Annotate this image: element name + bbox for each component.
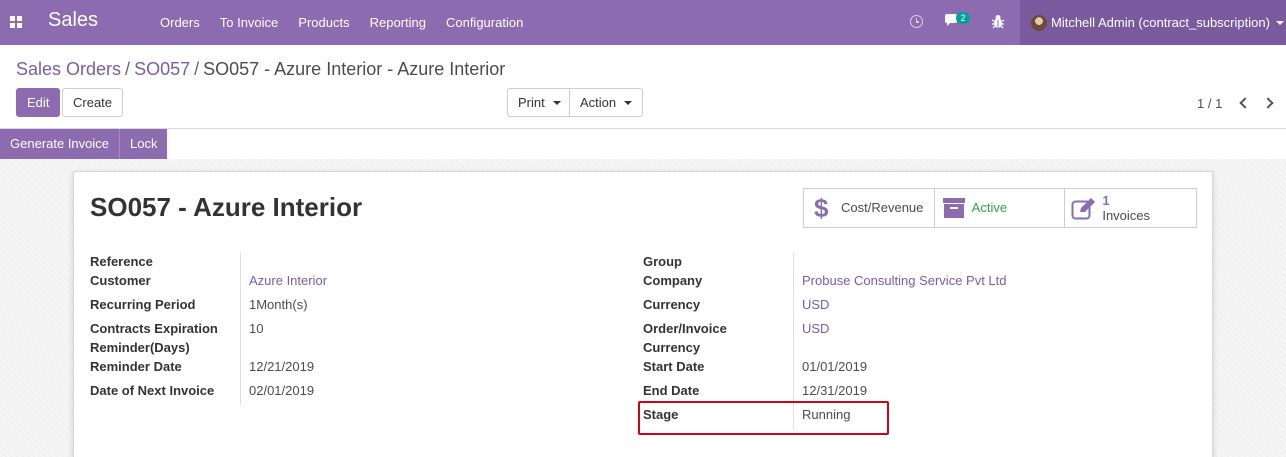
breadcrumb-sales-orders[interactable]: Sales Orders [16,59,121,79]
start-date-label: Start Date [643,359,705,374]
currency-value[interactable]: USD [802,295,829,314]
chevron-down-icon [1275,20,1284,25]
recurring-period-value: 1Month(s) [249,297,308,312]
menu-to-invoice[interactable]: To Invoice [210,0,289,45]
app-name[interactable]: Sales [48,9,98,32]
edit-button[interactable]: Edit [16,88,61,117]
page-title: SO057 - Azure Interior [90,192,363,222]
breadcrumb-separator: / [194,59,200,79]
menu-products[interactable]: Products [288,0,359,45]
chevron-down-icon [552,101,561,105]
breadcrumb-current: SO057 - Azure Interior - Azure Interior [203,59,506,79]
create-button[interactable]: Create [62,88,124,117]
end-date-label: End Date [643,383,700,398]
contracts-expiration-label: Contracts Expiration [90,321,218,336]
dollar-icon: $ [814,193,829,223]
invoices-button[interactable]: 1 Invoices [1065,189,1196,227]
order-invoice-currency-value[interactable]: USD [802,319,829,338]
action-label: Action [580,95,617,110]
customer-value[interactable]: Azure Interior [249,271,327,290]
reference-label: Reference [90,254,153,269]
customer-label: Customer [90,273,151,288]
bug-icon[interactable] [991,14,1005,29]
reminder-date-value: 12/21/2019 [249,359,315,374]
invoice-count: 1 [1102,193,1110,208]
column-divider [240,252,241,405]
menu-orders[interactable]: Orders [150,0,210,45]
edit-icon [1071,198,1096,220]
invoices-label: Invoices [1102,208,1151,223]
reminder-date-label: Reminder Date [90,359,182,374]
order-invoice-currency-label-line2: Currency [643,340,701,355]
breadcrumb-so057[interactable]: SO057 [134,59,190,79]
cost-revenue-button[interactable]: $ Cost/Revenue [804,189,935,227]
end-date-value: 12/31/2019 [802,383,868,398]
control-panel: Sales Orders / SO057/SO057 - Azure Interio… [0,45,1286,129]
user-name: Mitchell Admin (contract_subscription) [1051,15,1270,30]
next-invoice-date-value: 02/01/2019 [249,383,315,398]
chevron-right-icon[interactable] [1262,97,1274,109]
clock-icon[interactable] [910,15,923,28]
contracts-expiration-label-line2: Reminder(Days) [90,340,190,355]
generate-invoice-button[interactable]: Generate Invoice [0,129,120,159]
top-navbar: Sales Orders To Invoice Products Reporti… [0,0,1286,45]
avatar [1031,14,1047,31]
active-label: Active [971,200,1008,215]
lock-button[interactable]: Lock [119,129,168,159]
chevron-down-icon [624,101,633,105]
print-label: Print [518,95,545,110]
message-count-badge: 2 [956,12,970,24]
order-invoice-currency-label: Order/Invoice [643,321,727,336]
start-date-value: 01/01/2019 [802,359,868,374]
action-dropdown[interactable]: Action [569,88,644,117]
menu-reporting[interactable]: Reporting [360,0,436,45]
breadcrumb-separator: / [125,59,131,79]
user-menu[interactable]: Mitchell Admin (contract_subscription) [1020,0,1286,45]
next-invoice-date-label: Date of Next Invoice [90,383,215,398]
archive-icon [942,198,965,218]
breadcrumb: Sales Orders / SO057/SO057 - Azure Interio… [16,59,505,80]
currency-label: Currency [643,297,701,312]
company-value[interactable]: Probuse Consulting Service Pvt Ltd [802,271,1007,290]
chevron-left-icon[interactable] [1239,97,1251,109]
cost-revenue-label: Cost/Revenue [841,200,924,215]
main-menu: Orders To Invoice Products Reporting Con… [150,0,533,45]
smart-buttons: $ Cost/Revenue Active 1 Invoices [803,188,1197,228]
company-label: Company [643,273,703,288]
print-dropdown[interactable]: Print [507,88,572,117]
pager-value[interactable]: 1 / 1 [1197,96,1222,111]
apps-grid-icon[interactable] [10,16,22,28]
contracts-expiration-value: 10 [249,321,264,336]
menu-configuration[interactable]: Configuration [436,0,533,45]
recurring-period-label: Recurring Period [90,297,196,312]
group-label: Group [643,254,682,269]
stage-highlight-box [638,401,889,435]
active-toggle-button[interactable]: Active [935,189,1066,227]
